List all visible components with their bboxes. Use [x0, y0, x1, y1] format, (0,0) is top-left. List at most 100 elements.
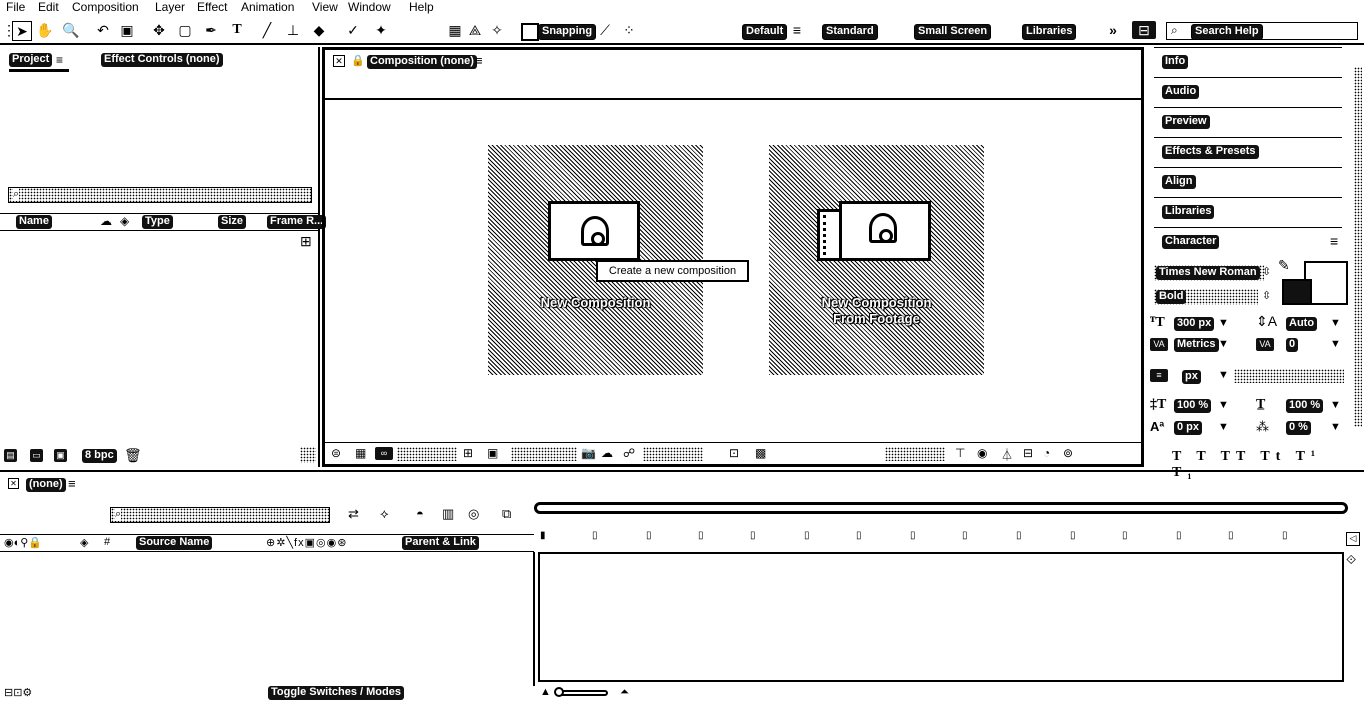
toggle-switches-modes-button[interactable]: Toggle Switches / Modes: [268, 686, 404, 700]
renderer-icon[interactable]: ⏃: [1001, 446, 1013, 463]
right-panel-scrollbar[interactable]: [1354, 67, 1362, 427]
av-switches-icon[interactable]: ◉◐⚲🔒: [4, 536, 42, 549]
project-search-input[interactable]: ⌕: [8, 187, 312, 203]
font-size-chevron-icon[interactable]: ▼: [1218, 317, 1229, 329]
timeline-navigator-icon[interactable]: ⟐: [1346, 552, 1356, 568]
interpret-footage-icon[interactable]: ▤: [4, 449, 17, 462]
stroke-width-chevron-icon[interactable]: ▼: [1218, 369, 1229, 381]
vertical-scale-chevron-icon[interactable]: ▼: [1218, 399, 1229, 411]
vr-icon[interactable]: ∞: [375, 447, 393, 460]
tab-timeline[interactable]: (none): [26, 478, 66, 492]
snap-grid-icon[interactable]: ⁘: [620, 21, 638, 39]
horizontal-scale-value[interactable]: 100 %: [1286, 399, 1324, 413]
camera-tool-icon[interactable]: ▣: [118, 21, 136, 39]
channel-dropdown[interactable]: [643, 447, 703, 461]
comp-button-icon[interactable]: ◁: [1346, 532, 1360, 546]
zoom-in-icon[interactable]: ⏶: [620, 686, 629, 699]
bit-depth-button[interactable]: 8 bpc: [82, 449, 117, 463]
faux-style-buttons[interactable]: T T TT Tt T¹ T₁: [1172, 449, 1332, 480]
label-icon[interactable]: ◈: [80, 536, 88, 549]
workspace-menu-icon[interactable]: ≡: [788, 21, 806, 39]
clone-stamp-tool-icon[interactable]: ⊥: [284, 21, 302, 39]
selection-tool-icon[interactable]: ➤: [12, 21, 32, 41]
eyedropper-icon[interactable]: ✎: [1278, 257, 1290, 274]
show-snapshot-icon[interactable]: ☁: [601, 446, 613, 460]
flowchart-icon[interactable]: ⊟: [1023, 446, 1033, 460]
column-parent-link[interactable]: Parent & Link: [402, 536, 479, 550]
leading-value[interactable]: Auto: [1286, 317, 1318, 331]
comp-mini-flowchart-icon[interactable]: ⇄: [348, 506, 359, 522]
kerning-value[interactable]: Metrics: [1174, 338, 1219, 352]
lock-icon[interactable]: 🔒: [351, 54, 365, 67]
menu-layer[interactable]: Layer: [155, 0, 185, 15]
column-size[interactable]: Size: [218, 215, 247, 229]
snapping-label[interactable]: Snapping: [538, 24, 597, 40]
mask-visibility-icon[interactable]: ▦: [355, 446, 366, 460]
3d-view-icon[interactable]: ⊤: [955, 446, 965, 460]
new-folder-icon[interactable]: ▭: [30, 449, 43, 462]
timecode-icon[interactable]: ◔: [1043, 446, 1050, 460]
resolution-dropdown[interactable]: [511, 447, 577, 461]
menu-effect[interactable]: Effect: [197, 0, 227, 15]
zoom-slider[interactable]: [554, 687, 608, 697]
tab-info[interactable]: Info: [1154, 47, 1342, 76]
font-size-value[interactable]: 300 px: [1174, 317, 1215, 331]
pen-tool-icon[interactable]: ✒: [202, 21, 220, 39]
fill-stroke-swatch[interactable]: ✎: [1278, 257, 1358, 309]
column-source-name[interactable]: Source Name: [136, 536, 213, 550]
draft-3d-icon[interactable]: ◉: [977, 446, 987, 460]
snapping-checkbox[interactable]: [521, 23, 539, 41]
tab-preview[interactable]: Preview: [1154, 107, 1342, 136]
column-name[interactable]: Name: [16, 215, 52, 229]
snapshot-icon[interactable]: 📷: [581, 446, 596, 460]
tracking-value[interactable]: 0: [1286, 338, 1299, 352]
tab-character[interactable]: Character: [1154, 227, 1342, 256]
vertical-scale-value[interactable]: 100 %: [1174, 399, 1212, 413]
exposure-icon[interactable]: ⊚: [1063, 446, 1073, 460]
local-axis-icon[interactable]: ▦: [446, 21, 464, 39]
menu-composition[interactable]: Composition: [72, 0, 139, 15]
column-frame-rate[interactable]: Frame R...: [267, 215, 327, 229]
draft-3d-icon[interactable]: ⟡: [380, 506, 389, 522]
fast-previews-icon[interactable]: ⊡: [729, 446, 739, 460]
work-area-bar[interactable]: [534, 502, 1348, 514]
kerning-chevron-icon[interactable]: ▼: [1218, 338, 1229, 350]
menu-edit[interactable]: Edit: [38, 0, 59, 15]
trash-icon[interactable]: 🗑: [124, 447, 142, 464]
more-workspaces-button[interactable]: »: [1104, 21, 1122, 39]
tab-align[interactable]: Align: [1154, 167, 1342, 196]
stroke-width-value[interactable]: px: [1182, 370, 1201, 384]
workspace-default[interactable]: Default: [742, 24, 788, 40]
tsume-value[interactable]: 0 %: [1286, 421, 1311, 435]
column-type[interactable]: Type: [142, 215, 173, 229]
leading-chevron-icon[interactable]: ▼: [1330, 317, 1341, 329]
sync-settings-icon[interactable]: ⊟: [1132, 21, 1156, 39]
font-family-dropdown[interactable]: Times New Roman: [1154, 265, 1264, 281]
menu-window[interactable]: Window: [348, 0, 391, 15]
timeline-menu-icon[interactable]: ≡: [68, 476, 76, 491]
workspace-libraries[interactable]: Libraries: [1022, 24, 1077, 40]
brush-tool-icon[interactable]: ╱: [258, 21, 276, 39]
rotate-tool-icon[interactable]: ↶: [94, 21, 112, 39]
font-style-chevron-icon[interactable]: ⇳: [1262, 289, 1271, 302]
transparency-grid-icon[interactable]: ▩: [755, 446, 766, 460]
search-help-box[interactable]: ⌕ Search Help: [1166, 22, 1358, 40]
font-family-chevron-icon[interactable]: ⇳: [1262, 265, 1271, 278]
puppet-tool-icon[interactable]: ✦: [372, 21, 390, 39]
graph-editor-icon[interactable]: ⧉: [502, 506, 511, 522]
tab-project[interactable]: Project: [9, 53, 53, 67]
tab-libraries[interactable]: Libraries: [1154, 197, 1342, 226]
type-tool-icon[interactable]: T: [228, 21, 246, 39]
choose-grid-icon[interactable]: ⊞: [463, 446, 473, 460]
switches-icons[interactable]: ⊕✲╲fx▣◎◉⊛: [266, 536, 347, 549]
view-axis-icon[interactable]: ✧: [488, 21, 506, 39]
project-menu-icon[interactable]: ≡: [56, 53, 63, 67]
show-channel-icon[interactable]: ☍: [623, 446, 635, 460]
layer-switches-toggle-icon[interactable]: ⊟⊡⚙: [4, 686, 32, 699]
close-panel-icon[interactable]: ✕: [333, 55, 345, 67]
flowchart-icon[interactable]: ⊞: [300, 233, 312, 250]
tab-audio[interactable]: Audio: [1154, 77, 1342, 106]
workspace-standard[interactable]: Standard: [822, 24, 878, 40]
always-preview-icon[interactable]: ⊜: [331, 446, 341, 460]
zoom-slider-thumb[interactable]: [554, 687, 564, 697]
